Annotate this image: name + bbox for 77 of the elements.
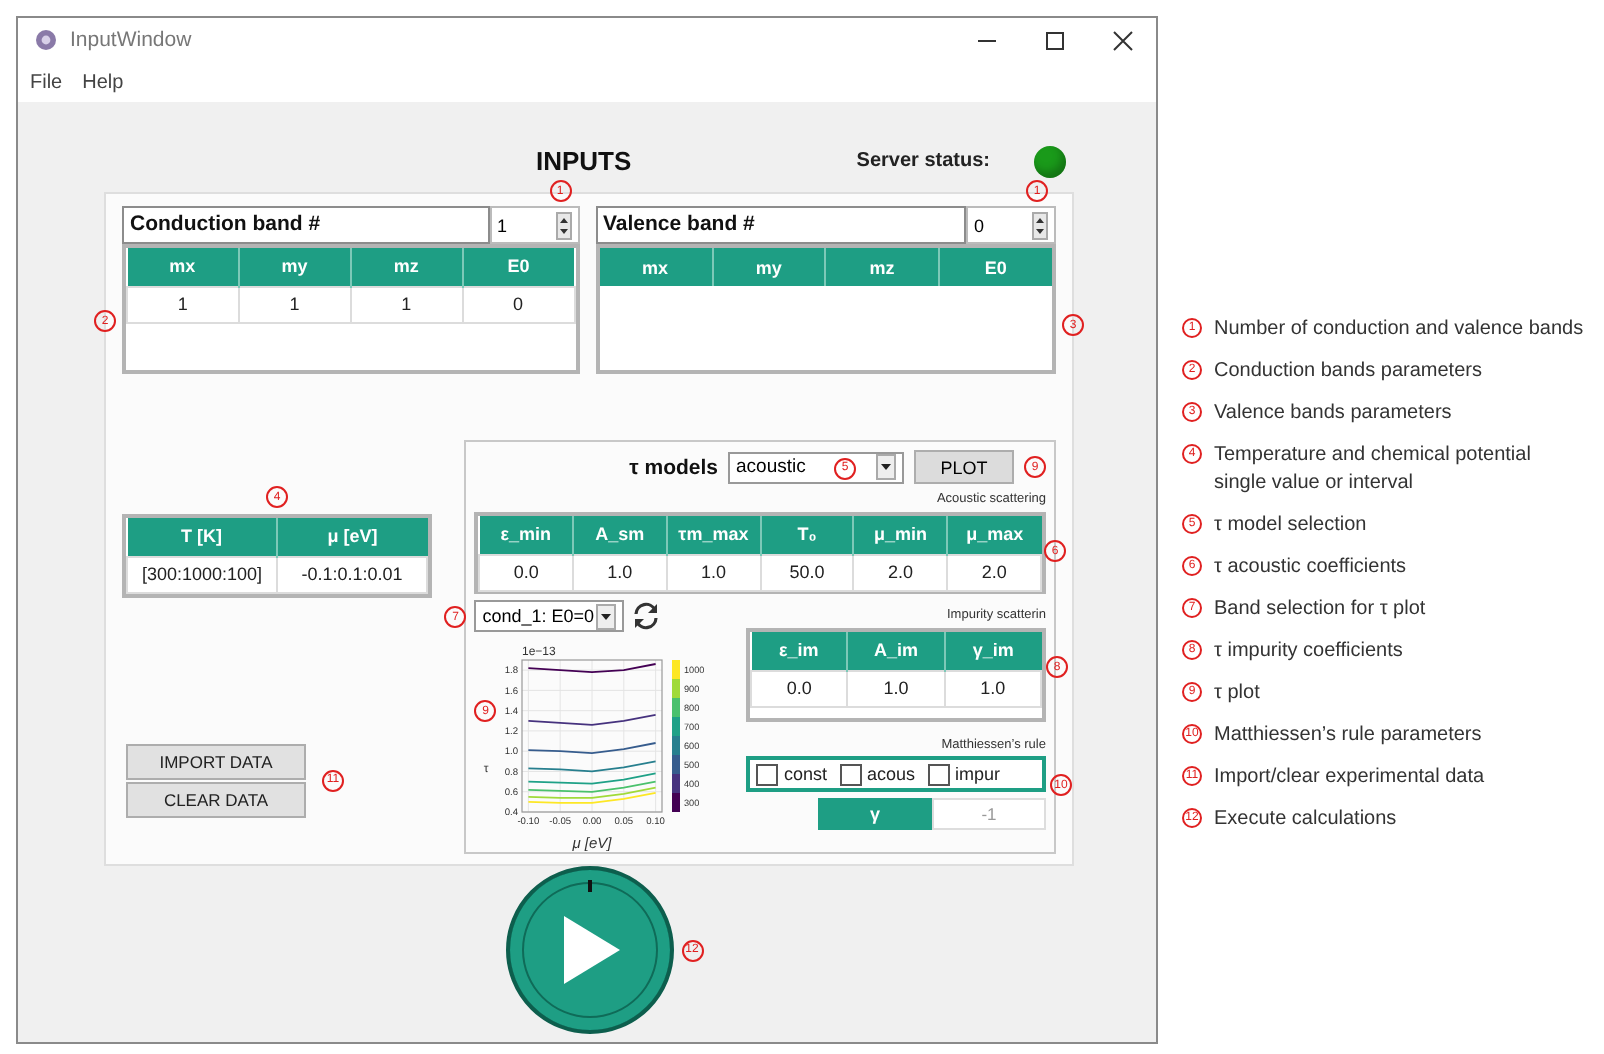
plot-line (528, 713, 657, 726)
table-cell: 1.0 (666, 554, 761, 590)
column-header: A_sm (573, 516, 667, 554)
column-header: μ_min (853, 516, 948, 554)
table-cell: 50.0 (760, 554, 854, 590)
table-cell: 1.0 (847, 670, 945, 706)
column-header: my (238, 248, 351, 286)
tau-models-label: τ models (629, 455, 718, 479)
legend-text: Matthiessen’s rule parameters (1214, 722, 1482, 750)
table-cell: 1 (127, 286, 239, 322)
table-cell: 2.0 (853, 554, 948, 590)
legend-text: τ acoustic coefficients (1214, 554, 1407, 582)
data-button[interactable]: CLEAR DATA (126, 781, 306, 817)
table-cell: 1 (350, 286, 463, 322)
column-header: E0 (462, 248, 574, 286)
plot-line (528, 663, 657, 674)
gamma-label: γ (818, 798, 932, 830)
checkbox[interactable] (756, 763, 778, 785)
table-cell: -0.1:0.1:0.01 (277, 556, 427, 592)
column-header: mx (127, 248, 239, 286)
column-header: ε_min (479, 516, 574, 554)
legend-text: Number of conduction and valence bands (1214, 316, 1584, 344)
legend-text: Execute calculations (1214, 806, 1397, 834)
table-cell: 1 (238, 286, 351, 322)
legend-text: Temperature and chemical potential single value or interval (1214, 442, 1531, 498)
plot-line (528, 742, 657, 755)
column-header: ε_im (751, 632, 848, 670)
page-heading: INPUTS (536, 146, 632, 176)
checkbox[interactable] (927, 763, 950, 785)
table-cell: 2.0 (947, 554, 1041, 590)
legend-text: Band selection for τ plot (1214, 596, 1426, 624)
band-dropdown[interactable]: cond_1: E0=0 (474, 600, 625, 632)
window-title: InputWindow (70, 28, 192, 52)
legend-text: τ plot (1214, 680, 1260, 708)
app-icon (34, 28, 58, 52)
table-cell: 0.0 (751, 670, 848, 706)
table-cell: 1.0 (573, 554, 667, 590)
tick-icon (587, 880, 591, 892)
column-header: mz (825, 248, 939, 286)
legend-text: τ impurity coefficients (1214, 638, 1403, 666)
table-cell: 0.0 (479, 554, 574, 590)
column-header: mx (599, 248, 713, 286)
close-icon[interactable] (1111, 29, 1133, 51)
column-header: my (712, 248, 826, 286)
spin-arrows-icon[interactable] (555, 211, 571, 239)
column-header: E0 (938, 248, 1052, 286)
checkbox[interactable] (839, 763, 862, 785)
band-label: Conduction band # (122, 206, 489, 244)
menu-item[interactable]: File (30, 71, 63, 93)
table-cell: 1.0 (944, 670, 1041, 706)
refresh-icon[interactable] (630, 600, 663, 632)
checkbox-label: impur (955, 764, 1001, 784)
checkbox-label: const (784, 764, 828, 784)
column-header: mz (350, 248, 463, 286)
column-header: μ [eV] (277, 518, 427, 556)
column-header: γ_im (944, 632, 1041, 670)
legend-text: Valence bands parameters (1214, 400, 1452, 428)
table-cell: 0 (462, 286, 574, 322)
status-label: Server status: (856, 150, 990, 172)
maximize-icon[interactable] (1043, 29, 1065, 51)
count-spinbox[interactable]: 0 (966, 206, 1056, 244)
legend-text: Import/clear experimental data (1214, 764, 1485, 792)
legend-text: τ model selection (1214, 512, 1367, 540)
data-button[interactable]: IMPORT DATA (126, 743, 306, 779)
count-spinbox[interactable]: 1 (489, 206, 579, 244)
column-header: T [K] (127, 518, 277, 556)
column-header: τm_max (666, 516, 761, 554)
menu-item[interactable]: Help (82, 71, 124, 93)
table-cell: [300:1000:100] (127, 556, 277, 592)
column-header: μ_max (947, 516, 1041, 554)
band-label: Valence band # (595, 206, 966, 244)
legend-text: Conduction bands parameters (1214, 358, 1482, 386)
plot-button[interactable]: PLOT (914, 450, 1014, 484)
column-header: T₀ (760, 516, 854, 554)
checkbox-label: acous (867, 764, 916, 784)
column-header: A_im (847, 632, 945, 670)
spin-arrows-icon[interactable] (1032, 211, 1048, 239)
